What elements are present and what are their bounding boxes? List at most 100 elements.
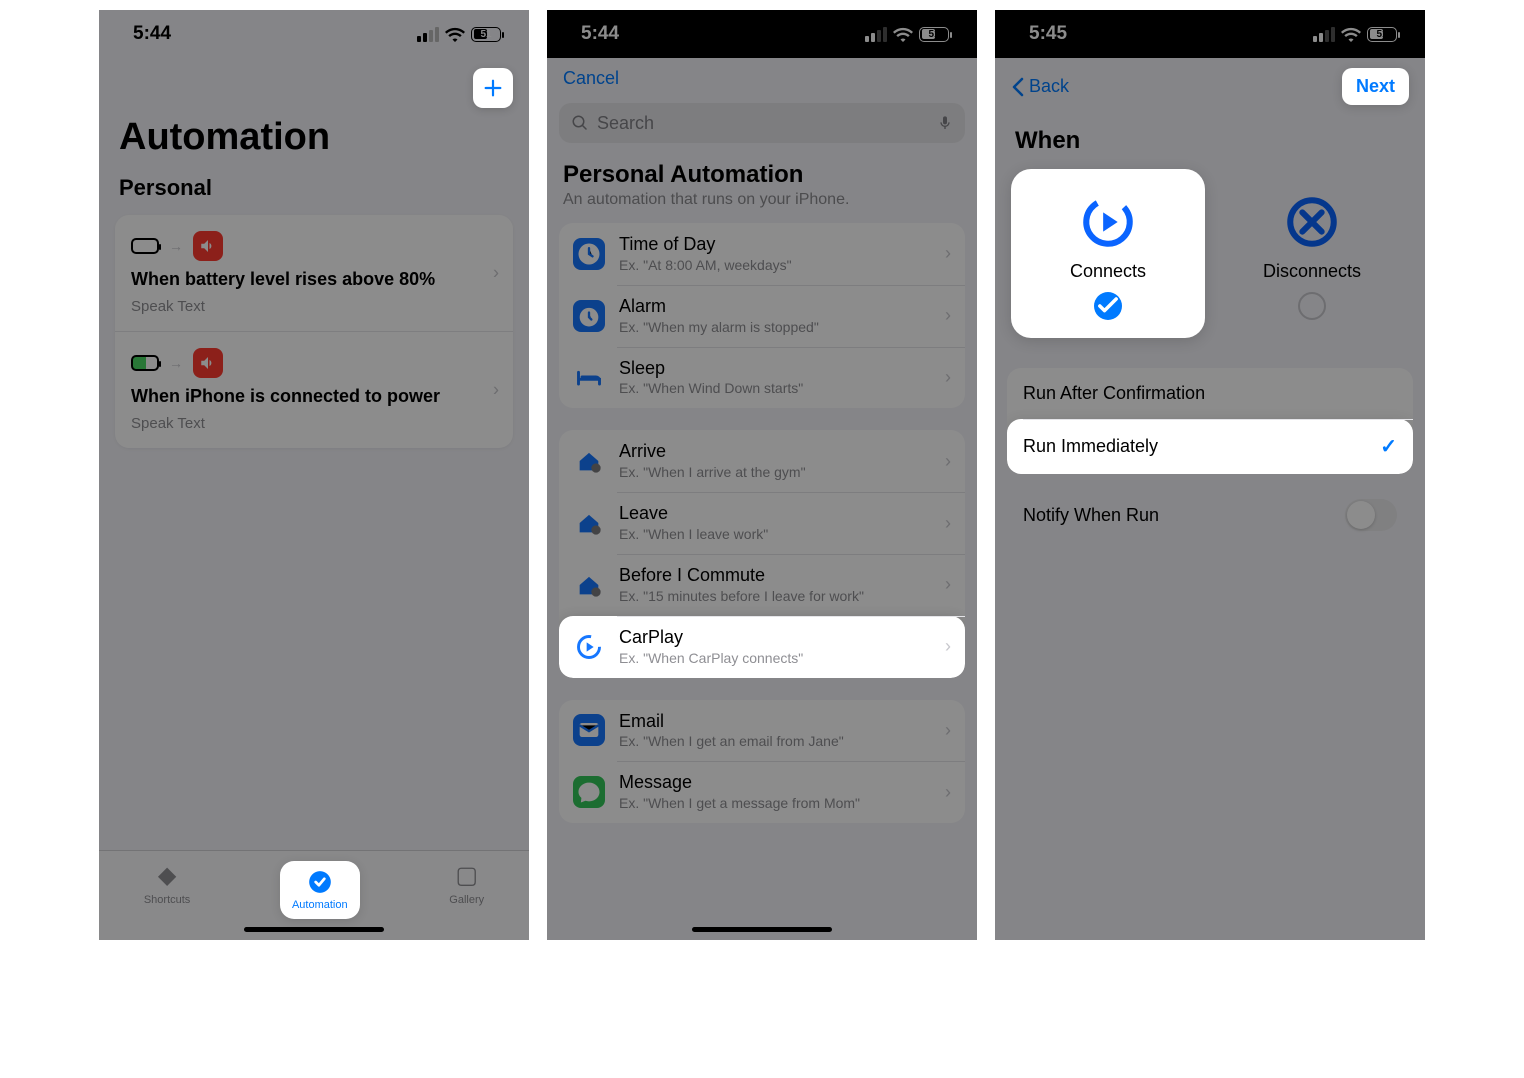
section-title: Personal Automation [547, 157, 977, 191]
automation-sub: Speak Text [131, 415, 497, 432]
screenshot-1: 5:44 51 Automation Personal → When batte… [99, 10, 529, 940]
automation-row[interactable]: → When iPhone is connected to power Spea… [115, 331, 513, 448]
trigger-carplay[interactable]: CarPlayEx. "When CarPlay connects" › [559, 616, 965, 678]
trigger-group-comm: EmailEx. "When I get an email from Jane"… [559, 700, 965, 824]
trigger-title: Leave [619, 504, 768, 524]
battery-icon: 51 [471, 27, 501, 42]
gallery-icon: ▢ [455, 861, 478, 890]
back-button[interactable]: Back [1011, 76, 1069, 97]
screenshot-3: 5:45 51 Back Next When Connects Disconne… [995, 10, 1425, 940]
add-button[interactable] [473, 68, 513, 108]
screenshot-2: 5:44 51 Cancel Search Personal Automatio… [547, 10, 977, 940]
mic-icon[interactable] [937, 113, 953, 133]
trigger-sub: Ex. "When CarPlay connects" [619, 650, 803, 666]
tab-label: Gallery [449, 894, 484, 906]
trigger-title: Email [619, 712, 844, 732]
chevron-icon: › [945, 720, 951, 741]
status-bar: 5:44 51 [99, 10, 529, 58]
trigger-sub: Ex. "When I get a message from Mom" [619, 795, 860, 811]
option-run-immediately[interactable]: Run Immediately ✓ [1007, 419, 1413, 474]
battery-icon: 51 [1367, 27, 1397, 42]
search-input[interactable]: Search [559, 103, 965, 143]
commute-icon [573, 569, 605, 601]
tab-label: Automation [292, 899, 348, 911]
wifi-icon [445, 27, 465, 42]
email-icon [573, 714, 605, 746]
section-subtitle: An automation that runs on your iPhone. [547, 191, 977, 223]
chevron-icon: › [945, 451, 951, 472]
trigger-sub: Ex. "15 minutes before I leave for work" [619, 588, 864, 604]
trigger-time-of-day[interactable]: Time of DayEx. "At 8:00 AM, weekdays" › [559, 223, 965, 285]
chevron-icon: › [945, 782, 951, 803]
automation-row[interactable]: → When battery level rises above 80% Spe… [115, 215, 513, 331]
tab-bar: ◆ Shortcuts Automation ▢ Gallery [99, 850, 529, 940]
trigger-email[interactable]: EmailEx. "When I get an email from Jane"… [559, 700, 965, 762]
toggle-switch[interactable] [1345, 499, 1397, 531]
section-personal: Personal [99, 159, 529, 209]
trigger-title: Alarm [619, 297, 819, 317]
tab-label: Shortcuts [144, 894, 190, 906]
arrow-icon: → [169, 238, 183, 254]
trigger-sub: Ex. "When I get an email from Jane" [619, 733, 844, 749]
option-disconnects[interactable]: Disconnects [1215, 169, 1409, 338]
cancel-button[interactable]: Cancel [547, 58, 977, 99]
message-icon [573, 776, 605, 808]
search-placeholder: Search [597, 113, 654, 134]
trigger-sub: Ex. "When my alarm is stopped" [619, 319, 819, 335]
automation-title: When iPhone is connected to power [131, 386, 497, 407]
trigger-arrive[interactable]: ArriveEx. "When I arrive at the gym" › [559, 430, 965, 492]
trigger-title: Time of Day [619, 235, 792, 255]
trigger-leave[interactable]: LeaveEx. "When I leave work" › [559, 492, 965, 554]
tab-gallery[interactable]: ▢ Gallery [449, 861, 484, 906]
trigger-sleep[interactable]: SleepEx. "When Wind Down starts" › [559, 347, 965, 409]
option-label: Run Immediately [1023, 436, 1158, 457]
cellular-icon [1313, 27, 1335, 42]
battery-icon [131, 238, 159, 254]
chevron-icon: › [945, 305, 951, 326]
run-options: Run After Confirmation Run Immediately ✓ [1007, 368, 1413, 474]
alarm-icon [573, 300, 605, 332]
wifi-icon [1341, 27, 1361, 42]
trigger-group-time: Time of DayEx. "At 8:00 AM, weekdays" › … [559, 223, 965, 408]
option-notify-when-run[interactable]: Notify When Run [1007, 484, 1413, 546]
chevron-left-icon [1011, 77, 1025, 97]
tab-automation[interactable]: Automation [292, 869, 348, 911]
checkmark-icon: ✓ [1380, 434, 1397, 459]
trigger-title: CarPlay [619, 628, 803, 648]
speak-text-icon [193, 231, 223, 261]
connects-icon [1079, 193, 1137, 251]
next-button[interactable]: Next [1342, 68, 1409, 105]
trigger-sub: Ex. "When I arrive at the gym" [619, 464, 806, 480]
automation-icon [307, 869, 333, 895]
chevron-icon: › [945, 243, 951, 264]
carplay-icon [573, 631, 605, 663]
tab-shortcuts[interactable]: ◆ Shortcuts [144, 861, 190, 906]
checkmark-icon [1094, 292, 1122, 320]
wifi-icon [893, 27, 913, 42]
option-run-after-confirmation[interactable]: Run After Confirmation [1007, 368, 1413, 419]
status-bar: 5:45 51 [995, 10, 1425, 58]
trigger-title: Message [619, 773, 860, 793]
status-time: 5:45 [1029, 23, 1067, 45]
trigger-title: Sleep [619, 359, 803, 379]
shortcuts-icon: ◆ [158, 861, 176, 890]
search-icon [571, 114, 589, 132]
speak-text-icon [193, 348, 223, 378]
back-label: Back [1029, 76, 1069, 97]
plus-icon [482, 77, 504, 99]
option-connects[interactable]: Connects [1011, 169, 1205, 338]
cellular-icon [865, 27, 887, 42]
battery-charging-icon [131, 355, 159, 371]
home-indicator [244, 927, 384, 932]
bed-icon [573, 361, 605, 393]
status-time: 5:44 [133, 23, 171, 45]
trigger-message[interactable]: Message Ex. "When I get a message from Mo… [559, 761, 965, 823]
arrow-icon: → [169, 355, 183, 371]
trigger-alarm[interactable]: Alarm Ex. "When my alarm is stopped" › [559, 285, 965, 347]
trigger-before-commute[interactable]: Before I CommuteEx. "15 minutes before I… [559, 554, 965, 616]
home-indicator [692, 927, 832, 932]
cellular-icon [417, 27, 439, 42]
chevron-icon: › [493, 380, 499, 401]
battery-icon: 51 [919, 27, 949, 42]
page-title: Automation [99, 108, 529, 159]
